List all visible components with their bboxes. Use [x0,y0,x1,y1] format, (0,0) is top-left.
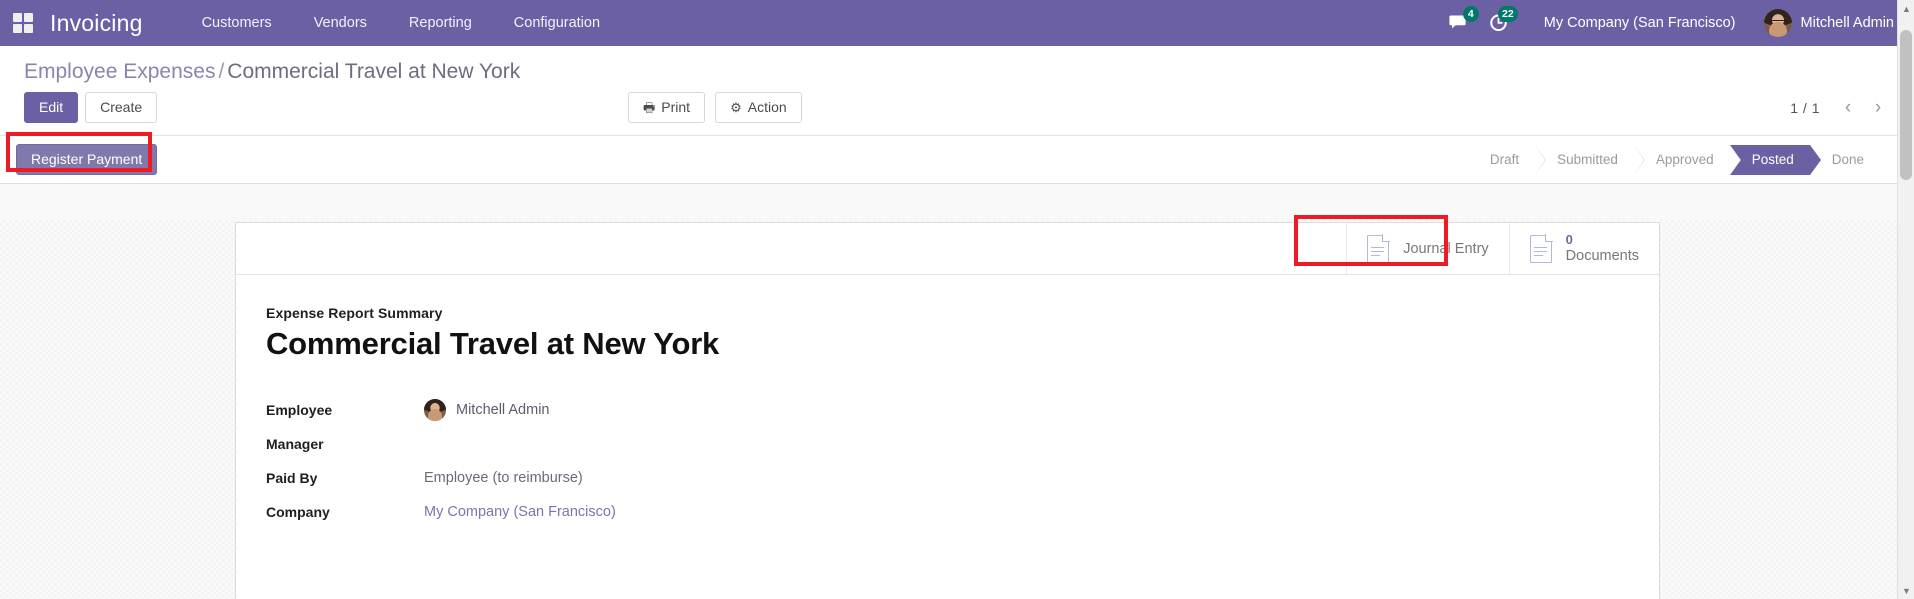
field-row-paid-by: Paid By Employee (to reimburse) [266,461,616,495]
top-navbar: Invoicing Customers Vendors Reporting Co… [0,0,1914,46]
control-panel-center-actions: 🖶 Print ⚙ Action [628,92,802,123]
pager-previous-button[interactable]: ‹ [1834,94,1862,122]
journal-entry-text: Journal Entry [1403,240,1488,258]
messages-menu-button[interactable]: 4 [1440,0,1479,46]
pager-value: 1 / 1 [1790,99,1820,116]
company-switcher[interactable]: My Company (San Francisco) [1518,15,1754,31]
employee-avatar [424,399,446,421]
user-menu-button[interactable]: Mitchell Admin [1754,9,1900,37]
pager: 1 / 1 ‹ › [1778,94,1892,122]
field-row-company: Company My Company (San Francisco) [266,495,616,529]
control-panel-buttons: Edit Create 🖶 Print ⚙ Action 1 / 1 ‹ › [16,88,1898,135]
document-icon [1529,233,1553,263]
action-button[interactable]: ⚙ Action [715,92,802,123]
field-label-company: Company [266,504,330,520]
documents-label: Documents [1565,247,1639,264]
apps-menu-button[interactable] [0,0,46,46]
breadcrumb-item-employee-expenses[interactable]: Employee Expenses [24,60,215,83]
record-title: Commercial Travel at New York [266,326,720,361]
gear-icon: ⚙ [730,100,742,115]
smart-button-row: Journal Entry 0 Documents [236,223,1659,275]
record-sheet: Journal Entry 0 Documents Expense Report… [235,222,1660,599]
status-draft[interactable]: Draft [1475,144,1547,175]
breadcrumb-item-current: Commercial Travel at New York [227,60,521,83]
activities-menu-button[interactable]: 22 [1479,0,1518,46]
nav-item-configuration[interactable]: Configuration [493,0,621,46]
action-button-label: Action [747,99,787,115]
vertical-scrollbar[interactable]: ▲ ▼ [1897,0,1914,599]
documents-text: 0 Documents [1565,231,1639,265]
field-value-manager[interactable] [416,427,616,461]
form-content-area: Journal Entry 0 Documents Expense Report… [0,220,1914,599]
field-row-employee: Employee Mitchell Admin [266,393,616,427]
status-bar: Draft Submitted Approved Posted Done [1475,144,1914,175]
navbar-menu: Customers Vendors Reporting Configuratio… [181,0,621,46]
activities-count-badge: 22 [1498,6,1518,22]
status-submitted[interactable]: Submitted [1535,144,1645,175]
documents-smart-button[interactable]: 0 Documents [1508,223,1659,274]
field-value-paid-by[interactable]: Employee (to reimburse) [416,461,616,495]
nav-item-reporting[interactable]: Reporting [388,0,493,46]
control-panel: Employee Expenses / Commercial Travel at N… [0,46,1914,136]
edit-button[interactable]: Edit [24,92,79,123]
nav-item-vendors[interactable]: Vendors [293,0,388,46]
navbar-systray: 4 22 My Company (San Francisco) Mitchell… [1440,0,1914,46]
messages-count-badge: 4 [1462,6,1479,22]
user-avatar [1763,9,1792,37]
scroll-up-arrow-icon[interactable]: ▲ [1898,0,1914,17]
sheet-body: Expense Report Summary Commercial Travel… [236,275,1659,569]
scroll-down-arrow-icon[interactable]: ▼ [1898,582,1914,599]
status-approved[interactable]: Approved [1633,144,1741,175]
record-field-table: Employee Mitchell Admin Manager Paid By … [266,393,616,529]
documents-count: 0 [1565,231,1573,247]
journal-entry-label: Journal Entry [1403,240,1489,257]
field-label-employee: Employee [266,402,333,418]
breadcrumb-separator: / [218,60,225,83]
status-posted[interactable]: Posted [1729,144,1821,175]
app-brand-invoicing[interactable]: Invoicing [46,10,149,37]
nav-item-customers[interactable]: Customers [181,0,293,46]
register-payment-button[interactable]: Register Payment [16,144,158,175]
create-button[interactable]: Create [85,92,158,123]
field-value-employee-cell: Mitchell Admin [416,393,616,427]
record-subtitle: Expense Report Summary [266,305,443,321]
field-value-employee[interactable]: Mitchell Admin [456,402,549,418]
field-label-manager: Manager [266,436,324,452]
document-icon [1367,233,1391,263]
print-button-label: Print [661,99,691,115]
apps-grid-icon [13,13,33,33]
scrollbar-thumb[interactable] [1900,30,1912,180]
field-label-paid-by: Paid By [266,470,318,486]
breadcrumb: Employee Expenses / Commercial Travel at N… [16,46,1898,88]
journal-entry-smart-button[interactable]: Journal Entry [1346,223,1508,274]
print-button[interactable]: 🖶 Print [628,92,706,123]
pager-next-button[interactable]: › [1864,94,1892,122]
field-row-manager: Manager [266,427,616,461]
odoo-app-window: Invoicing Customers Vendors Reporting Co… [0,0,1914,599]
printer-icon: 🖶 [643,100,656,115]
record-action-bar: Register Payment Draft Submitted Approve… [0,136,1914,184]
user-name-label: Mitchell Admin [1800,15,1894,31]
field-value-company[interactable]: My Company (San Francisco) [416,495,616,529]
